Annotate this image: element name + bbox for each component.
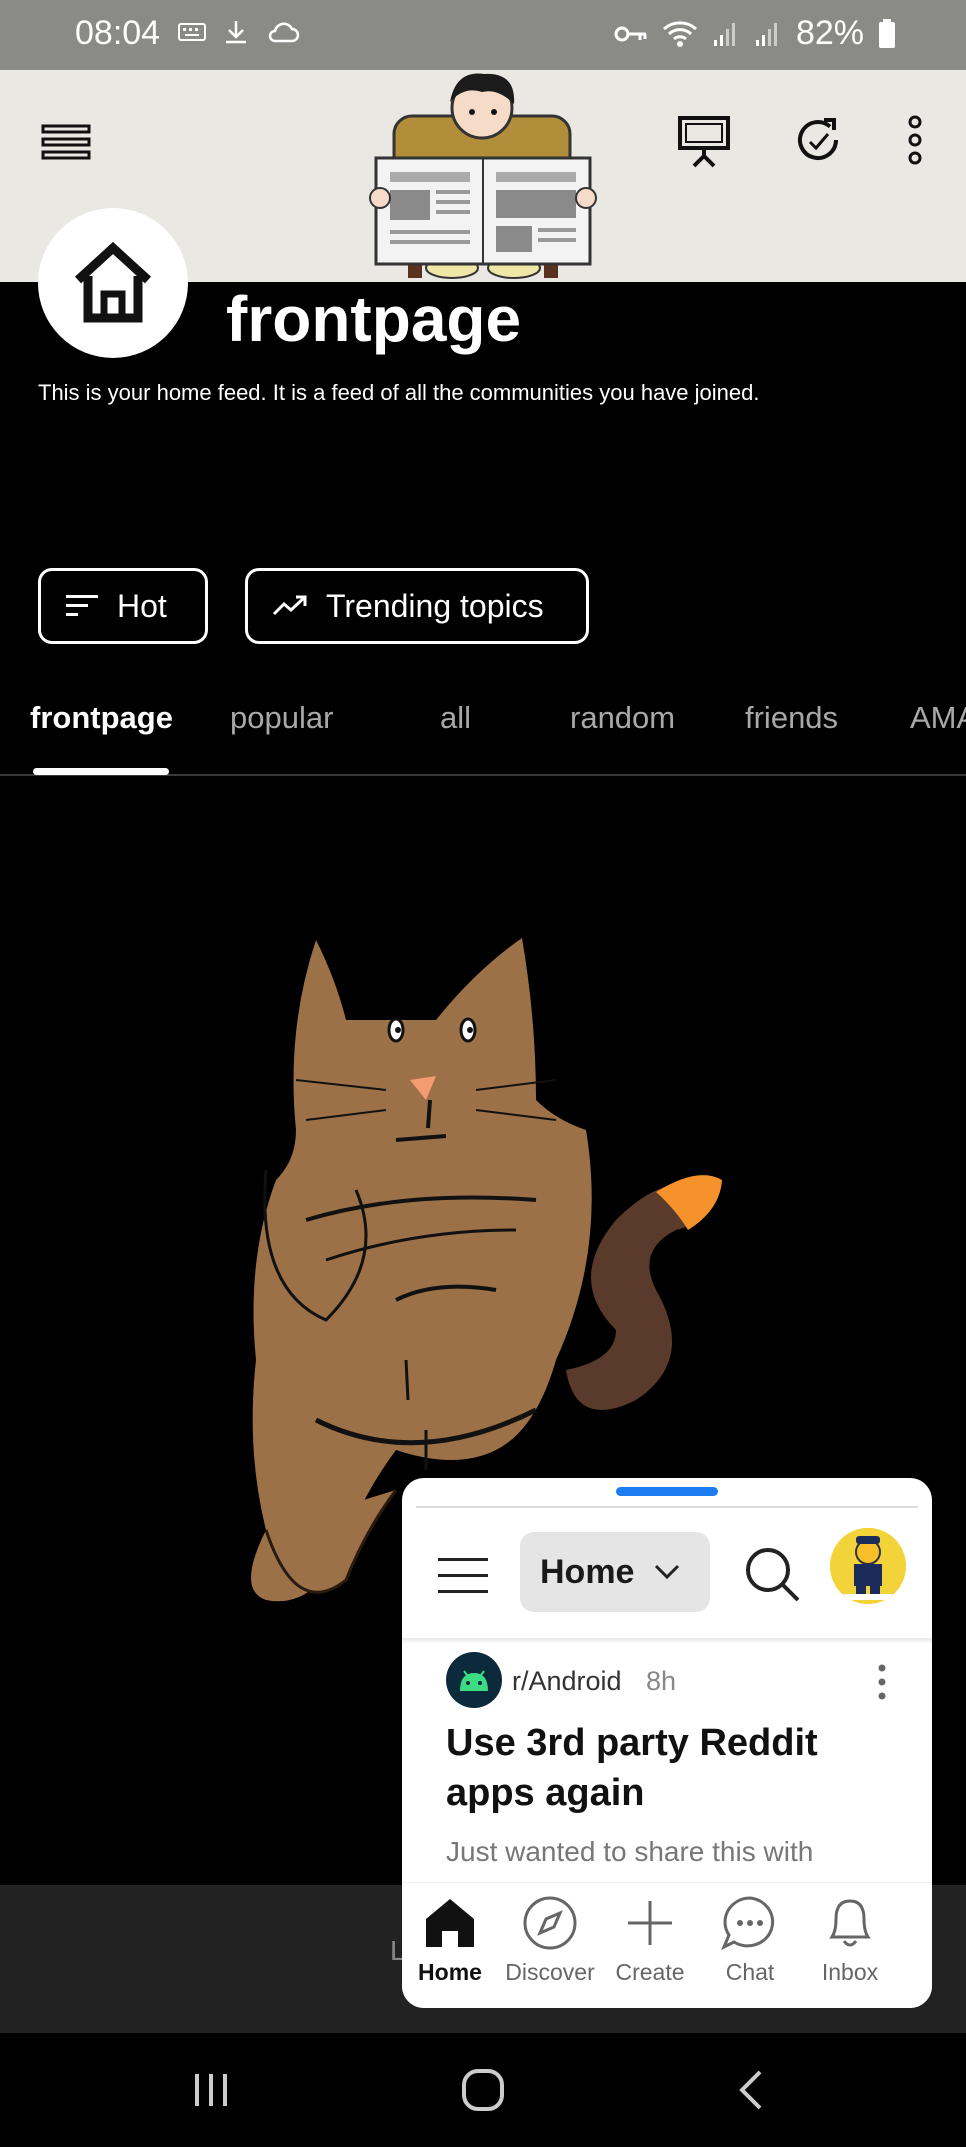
system-navigation-bar xyxy=(0,2033,966,2147)
pip-search-button[interactable] xyxy=(742,1544,802,1604)
pip-bottom-navigation: Home Discover Create Chat Inbox xyxy=(402,1882,932,2008)
refresh-icon xyxy=(798,118,838,161)
battery-icon xyxy=(879,18,895,48)
pip-window[interactable]: Home r/Android 8h Use 3rd party Reddit a… xyxy=(402,1478,932,2008)
signal-icon-2 xyxy=(755,22,777,46)
android-robot-icon xyxy=(460,1670,488,1691)
tab-frontpage[interactable]: frontpage xyxy=(30,700,173,736)
community-avatar xyxy=(38,208,188,358)
chat-icon xyxy=(721,1896,775,1951)
nav-chat[interactable]: Chat xyxy=(700,1893,800,1986)
vpn-key-icon xyxy=(614,26,647,41)
cloud-icon xyxy=(268,22,300,43)
bell-icon xyxy=(829,1899,871,1947)
active-tab-indicator xyxy=(33,768,169,775)
status-bar: 08:04 82% xyxy=(0,0,966,70)
plus-icon xyxy=(628,1901,672,1945)
chevron-down-icon xyxy=(655,1564,680,1580)
post-body-preview[interactable]: Just wanted to share this with xyxy=(446,1834,886,1882)
hamburger-icon xyxy=(438,1558,488,1593)
feed-tabs: frontpage popular all random friends AMA xyxy=(0,690,966,776)
home-circle-icon xyxy=(462,2069,504,2111)
battery-percent: 82% xyxy=(795,14,864,52)
nav-discover[interactable]: Discover xyxy=(500,1893,600,1986)
sort-button[interactable]: Hot xyxy=(38,568,208,644)
post-subreddit[interactable]: r/Android xyxy=(512,1666,622,1697)
nav-chat-label: Chat xyxy=(725,1959,775,1985)
tab-popular[interactable]: popular xyxy=(230,700,333,736)
search-icon xyxy=(746,1548,800,1602)
menu-button[interactable] xyxy=(36,112,96,172)
community-description: This is your home feed. It is a feed of … xyxy=(38,380,760,405)
post-options-button[interactable] xyxy=(872,1660,892,1704)
trending-label: Trending topics xyxy=(326,587,544,624)
pip-divider xyxy=(416,1506,918,1508)
pip-drag-handle[interactable] xyxy=(616,1487,718,1496)
status-right-icons: 82% xyxy=(614,14,896,53)
feed-selector-label: Home xyxy=(540,1552,635,1591)
presentation-button[interactable] xyxy=(670,106,738,174)
feed-selector[interactable]: Home xyxy=(520,1532,710,1612)
reading-person-illustration xyxy=(369,73,597,279)
back-button[interactable] xyxy=(716,2063,786,2117)
post-age: 8h xyxy=(646,1666,677,1696)
more-vertical-icon xyxy=(878,1664,886,1700)
home-nav-button[interactable] xyxy=(448,2063,518,2117)
compass-icon xyxy=(523,1896,577,1950)
tab-all[interactable]: all xyxy=(440,700,471,736)
nav-create-label: Create xyxy=(615,1959,685,1985)
recents-icon xyxy=(195,2074,227,2106)
nav-home[interactable]: Home xyxy=(402,1893,500,1986)
community-title: frontpage xyxy=(226,283,522,355)
pip-header-shadow xyxy=(402,1638,932,1644)
menu-icon xyxy=(41,124,91,160)
home-icon xyxy=(74,241,152,323)
presentation-icon xyxy=(678,116,730,168)
banner-illustration xyxy=(368,70,598,282)
nav-create[interactable]: Create xyxy=(600,1893,700,1986)
tab-friends[interactable]: friends xyxy=(745,700,838,736)
trending-up-icon xyxy=(272,595,307,616)
tab-ama[interactable]: AMA xyxy=(910,700,966,736)
wifi-icon xyxy=(662,20,697,47)
nav-home-label: Home xyxy=(418,1959,482,1985)
sort-icon xyxy=(66,595,98,616)
back-chevron-icon xyxy=(739,2070,762,2110)
subreddit-icon[interactable] xyxy=(446,1652,502,1708)
trending-topics-button[interactable]: Trending topics xyxy=(245,568,589,644)
status-notification-icons xyxy=(178,18,300,46)
pip-menu-button[interactable] xyxy=(436,1548,492,1604)
more-vertical-icon xyxy=(908,115,922,165)
recents-button[interactable] xyxy=(176,2063,246,2117)
lego-figure-avatar xyxy=(830,1528,906,1604)
nav-inbox[interactable]: Inbox xyxy=(800,1893,900,1986)
nav-discover-label: Discover xyxy=(505,1959,595,1985)
status-time: 08:04 xyxy=(75,14,161,52)
home-icon xyxy=(426,1899,474,1947)
nav-inbox-label: Inbox xyxy=(821,1959,879,1985)
more-options-button[interactable] xyxy=(890,106,940,174)
post-title[interactable]: Use 3rd party Reddit apps again xyxy=(446,1718,886,1818)
refresh-button[interactable] xyxy=(784,106,852,174)
user-avatar[interactable] xyxy=(830,1528,906,1604)
download-icon xyxy=(226,21,246,44)
keyboard-icon xyxy=(178,23,206,41)
signal-icon xyxy=(713,22,735,46)
sort-label: Hot xyxy=(117,587,167,624)
tab-random[interactable]: random xyxy=(570,700,675,736)
